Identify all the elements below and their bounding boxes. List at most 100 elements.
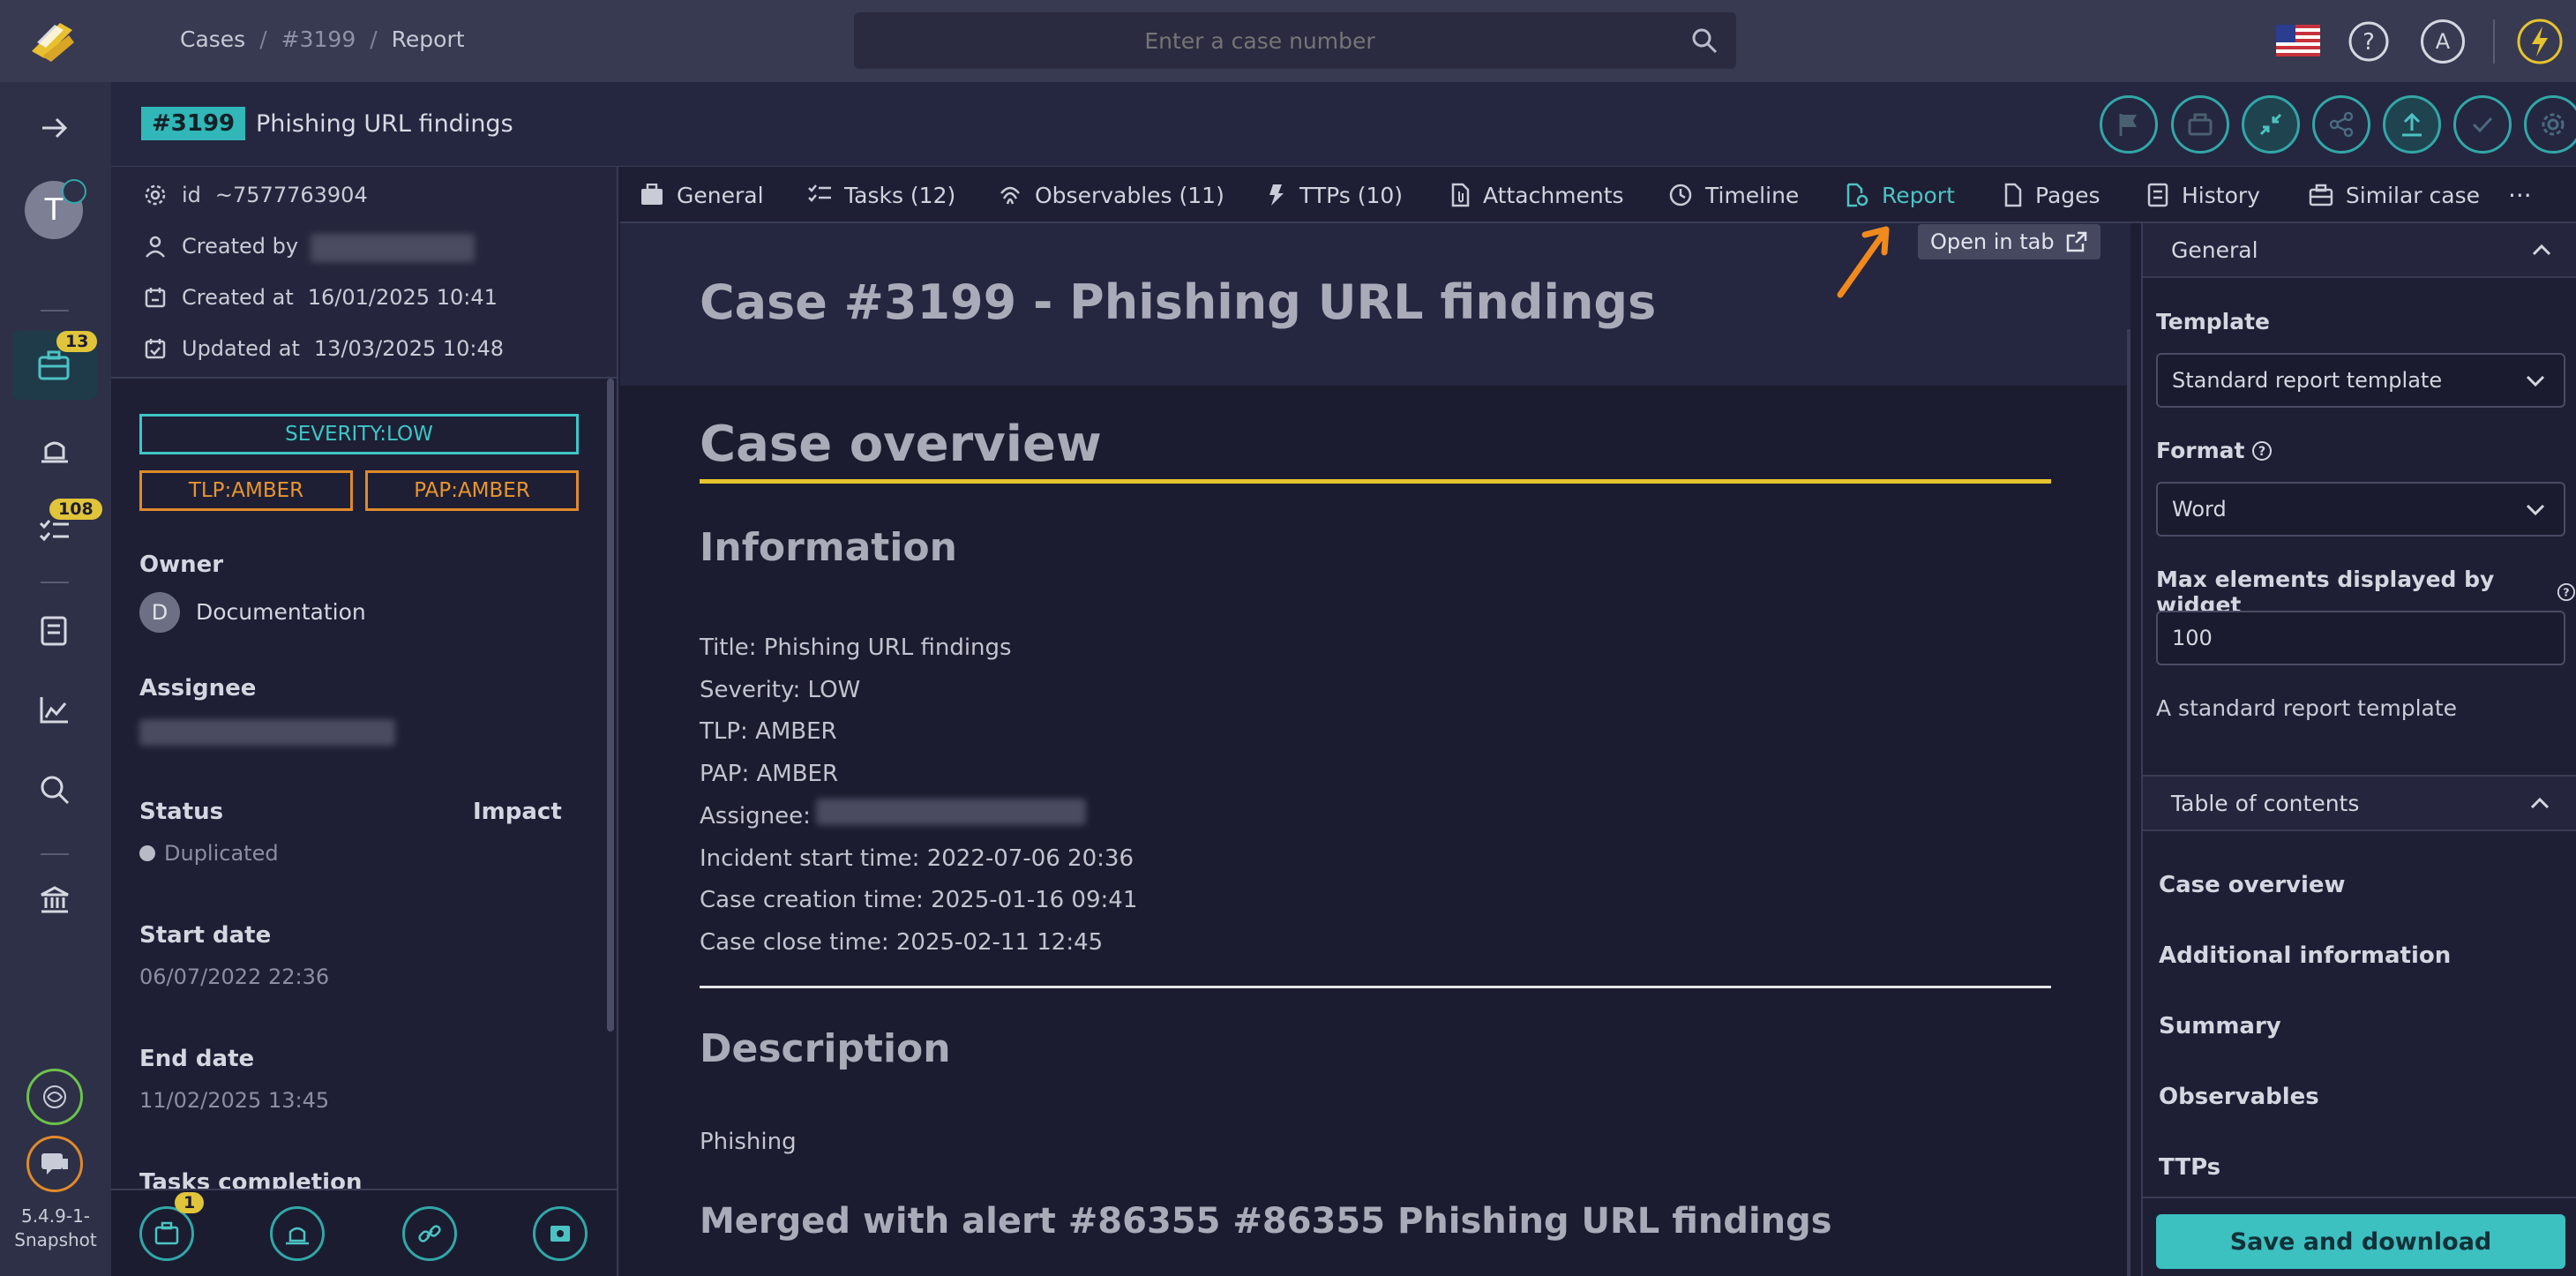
annotation-arrow-icon [1833, 224, 1895, 300]
tab-similar-cases[interactable]: Similar case [2309, 167, 2480, 223]
template-description: A standard report template [2156, 695, 2458, 721]
breadcrumb-case-number[interactable]: #3199 [281, 26, 356, 52]
save-and-download-button[interactable]: Save and download [2156, 1214, 2565, 1269]
alerts-button[interactable] [270, 1206, 325, 1261]
collapse-button[interactable] [2242, 95, 2300, 154]
expand-nav-icon[interactable] [37, 110, 72, 146]
case-settings-button[interactable] [2524, 95, 2576, 154]
chat-icon[interactable] [26, 1136, 83, 1192]
owner-name[interactable]: Documentation [196, 599, 366, 625]
case-overview-heading: Case overview [700, 416, 1102, 473]
format-label: Format ? [2156, 438, 2273, 463]
doc-scrollbar[interactable] [2127, 329, 2130, 1276]
footer-count-badge: 1 [175, 1192, 205, 1213]
start-date-label: Start date [139, 922, 272, 949]
help-small-icon[interactable]: ? [2251, 440, 2273, 462]
toc-item[interactable]: Summary [2159, 1013, 2281, 1040]
tasks-tab-icon [808, 184, 831, 202]
general-section-header[interactable]: General [2143, 223, 2576, 278]
tlp-tag[interactable]: TLP:AMBER [139, 470, 353, 511]
history-icon [2147, 183, 2168, 207]
tab-ttps[interactable]: TTPs (10) [1266, 167, 1403, 223]
toc-item[interactable]: Observables [2159, 1084, 2319, 1110]
attachment-icon [1451, 183, 1470, 207]
tab-timeline[interactable]: Timeline [1668, 167, 1799, 223]
cases-count-badge: 13 [56, 331, 98, 352]
organisation-icon[interactable] [39, 885, 71, 915]
tab-history[interactable]: History [2146, 167, 2260, 223]
page-icon [2004, 183, 2022, 207]
switch-org-icon[interactable] [62, 179, 86, 204]
help-icon[interactable]: ? [2347, 19, 2391, 64]
template-select[interactable]: Standard report template [2156, 353, 2565, 408]
knowledge-base-icon[interactable] [39, 615, 69, 647]
cortex-status-icon[interactable] [26, 1069, 83, 1125]
toc-item[interactable]: Case overview [2159, 872, 2346, 898]
max-elements-input[interactable]: 100 [2156, 611, 2565, 665]
nav-cases[interactable]: 13 [12, 331, 98, 400]
tab-general[interactable]: General [640, 167, 764, 223]
tab-report[interactable]: Report [1845, 167, 1955, 223]
app-logo-icon[interactable] [25, 16, 79, 65]
status-dot-icon [139, 845, 155, 861]
tab-attachments[interactable]: Attachments [1449, 167, 1624, 223]
tab-pages[interactable]: Pages [2003, 167, 2100, 223]
tab-tasks[interactable]: Tasks (12) [807, 167, 955, 223]
alerts-icon[interactable] [39, 437, 71, 467]
more-tabs-icon[interactable]: ··· [2508, 167, 2532, 223]
assignee-redacted[interactable] [139, 719, 395, 746]
case-title: Phishing URL findings [256, 110, 513, 138]
breadcrumb-cases[interactable]: Cases [180, 26, 245, 52]
search-nav-icon[interactable] [39, 774, 71, 806]
link-button[interactable] [402, 1206, 457, 1261]
breadcrumb: Cases / #3199 / Report [180, 26, 465, 52]
toc-item[interactable]: TTPs [2159, 1154, 2220, 1181]
pap-tag[interactable]: PAP:AMBER [365, 470, 579, 511]
share-button[interactable] [2312, 95, 2370, 154]
close-case-button[interactable] [2453, 95, 2512, 154]
toc-section-header[interactable]: Table of contents [2143, 775, 2576, 831]
case-search-box[interactable] [854, 12, 1736, 69]
flag-button[interactable] [2100, 95, 2158, 154]
updated-at-row: Updated at 13/03/2025 10:48 [143, 336, 504, 361]
end-date-label: End date [139, 1046, 255, 1072]
briefcase-tab-icon [641, 184, 663, 205]
merged-heading: Merged with alert #86355 #86355 Phishing… [700, 1201, 1832, 1242]
format-select[interactable]: Word [2156, 482, 2565, 537]
severity-tag[interactable]: SEVERITY:LOW [139, 414, 579, 454]
user-icon [146, 236, 165, 258]
calendar-icon [145, 288, 166, 308]
dashboards-icon[interactable] [39, 694, 71, 724]
responders-button[interactable] [533, 1206, 588, 1261]
calendar-check-icon [145, 339, 166, 359]
us-flag-icon[interactable] [2276, 25, 2320, 56]
export-button[interactable] [2383, 95, 2441, 154]
start-date-value[interactable]: 06/07/2022 22:36 [139, 965, 329, 989]
tab-observables[interactable]: Observables (11) [998, 167, 1224, 223]
info-line: Case creation time: 2025-01-16 09:41 [700, 887, 1138, 914]
top-bar: Cases / #3199 / Report ? A [0, 0, 2576, 82]
case-search-input[interactable] [854, 12, 1666, 69]
case-list-button[interactable] [139, 1206, 194, 1261]
user-avatar[interactable]: A [2421, 19, 2465, 64]
status-value[interactable]: Duplicated [139, 841, 279, 866]
case-id-row: id ~7577763904 [143, 183, 368, 207]
chevron-up-icon [2530, 797, 2550, 809]
info-line: Incident start time: 2022-07-06 20:36 [700, 844, 1134, 872]
merge-button[interactable] [2171, 95, 2229, 154]
details-scrollbar[interactable] [607, 379, 614, 1032]
flag-icon [2119, 114, 2137, 136]
chevron-up-icon [2532, 244, 2551, 256]
search-icon[interactable] [1690, 26, 1719, 55]
left-nav: T 13 108 5.4.9-1- Snapshot [0, 82, 111, 1276]
help-small-icon[interactable]: ? [2557, 582, 2576, 603]
report-preview: Case #3199 - Phishing URL findings Case … [620, 223, 2130, 1276]
open-in-tab-tooltip[interactable]: Open in tab [1918, 224, 2100, 259]
external-link-icon [2066, 231, 2086, 252]
lightning-icon[interactable] [2516, 18, 2564, 65]
toc-item[interactable]: Additional information [2159, 942, 2451, 969]
tasks-count-badge: 108 [49, 499, 102, 520]
siren-icon [286, 1227, 309, 1245]
end-date-value[interactable]: 11/02/2025 13:45 [139, 1088, 329, 1113]
nav-tasks[interactable]: 108 [39, 499, 102, 548]
